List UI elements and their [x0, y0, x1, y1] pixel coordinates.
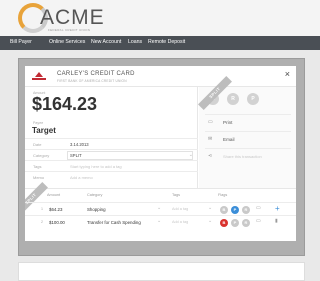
app-header: ACME FEDERAL CREDIT UNION	[0, 0, 320, 36]
memo-input[interactable]: Add a memo	[70, 175, 93, 180]
nav-new-account[interactable]: New Account	[91, 39, 121, 45]
chevron-down-icon[interactable]: ⌄	[189, 152, 193, 158]
chevron-down-icon[interactable]: ⌄	[157, 218, 161, 224]
nav-bill-payer[interactable]: Bill Payer	[10, 39, 32, 45]
table-row: 2 $100.00 Transfer for Cash Spending ⌄ A…	[25, 215, 296, 228]
col-header-flags: Flags	[218, 193, 228, 197]
actions-panel: B R P ▭ Print ✉ Email ⋖ Share this trans…	[199, 87, 296, 188]
split-tag-input[interactable]: Add a tag	[172, 207, 188, 211]
flag-p-icon[interactable]: P	[231, 206, 239, 214]
tags-row[interactable]: Tags Start typing here to add a tag	[25, 160, 198, 171]
payee-label: Payee	[33, 121, 44, 125]
memo-label: Memo	[33, 175, 45, 180]
chevron-down-icon[interactable]: ⌄	[157, 205, 161, 211]
add-split-icon[interactable]: +	[275, 204, 280, 213]
split-category[interactable]: Transfer for Cash Spending	[87, 220, 141, 225]
note-icon[interactable]: ▭	[256, 205, 261, 211]
category-value: SPLIT	[70, 153, 82, 158]
flag-r-icon[interactable]: R	[242, 219, 250, 227]
split-table: SPLIT Amount Category Tags Flags 1 $64.2…	[25, 182, 296, 241]
category-label: Category	[33, 153, 50, 158]
background-strip	[18, 262, 305, 281]
category-select[interactable]	[67, 151, 193, 160]
modal-header: CARLEY'S CREDIT CARD FIRST BANK OF AMERI…	[25, 66, 296, 87]
split-tag-input[interactable]: Add a tag	[172, 220, 188, 224]
acme-logo[interactable]: ACME FEDERAL CREDIT UNION	[18, 3, 138, 35]
flag-r-icon[interactable]: R	[242, 206, 250, 214]
amount-value: $164.23	[32, 94, 98, 114]
note-icon[interactable]: ▭	[256, 218, 261, 224]
col-header-category: Category	[87, 193, 103, 197]
tags-label: Tags	[33, 164, 42, 169]
share-action[interactable]: ⋖ Share this transaction	[205, 148, 291, 164]
row-index: 2	[41, 220, 43, 224]
print-label: Print	[223, 120, 233, 125]
flag-p-icon[interactable]: P	[231, 219, 239, 227]
trash-icon[interactable]: ▮	[275, 218, 278, 224]
chevron-down-icon[interactable]: ⌄	[208, 205, 212, 211]
col-header-tags: Tags	[172, 193, 181, 197]
account-institution: FIRST BANK OF AMERICA CREDIT UNION	[57, 79, 127, 83]
flag-b-icon[interactable]: B	[220, 206, 228, 214]
nav-loans[interactable]: Loans	[128, 39, 142, 45]
flag-b-icon[interactable]: B	[220, 219, 228, 227]
category-row: Category SPLIT ⌄	[25, 149, 198, 160]
row-index: 1	[41, 207, 43, 211]
main-nav: Bill Payer Online Services New Account L…	[0, 36, 320, 50]
logo-tagline: FEDERAL CREDIT UNION	[48, 28, 91, 32]
printer-icon: ▭	[208, 119, 213, 125]
date-row[interactable]: Date 3.14.2013	[25, 138, 198, 149]
date-value[interactable]: 3.14.2013	[70, 142, 89, 147]
envelope-icon: ✉	[208, 136, 213, 142]
split-category[interactable]: Shopping	[87, 207, 106, 212]
split-amount[interactable]: $100.00	[49, 220, 65, 225]
payee-value[interactable]: Target	[32, 126, 56, 135]
table-row: 1 $64.23 Shopping ⌄ Add a tag ⌄ B P R ▭ …	[25, 202, 296, 215]
share-label: Share this transaction	[223, 154, 262, 159]
print-action[interactable]: ▭ Print	[205, 114, 291, 130]
flag-r-icon[interactable]: R	[227, 93, 239, 105]
transaction-details: Amount $164.23 Payee Target Date 3.14.20…	[25, 87, 198, 188]
tags-input[interactable]: Start typing here to add a tag	[70, 164, 122, 169]
nav-remote-deposit[interactable]: Remote Deposit	[148, 39, 185, 45]
flag-p-icon[interactable]: P	[247, 93, 259, 105]
email-action[interactable]: ✉ Email	[205, 131, 291, 147]
close-icon[interactable]: ×	[285, 69, 290, 79]
split-amount[interactable]: $64.23	[49, 207, 62, 212]
nav-online-services[interactable]: Online Services	[49, 39, 85, 45]
chevron-down-icon[interactable]: ⌄	[208, 218, 212, 224]
transaction-modal: CARLEY'S CREDIT CARD FIRST BANK OF AMERI…	[25, 66, 296, 241]
bank-logo-icon	[32, 72, 46, 82]
memo-row[interactable]: Memo Add a memo	[25, 171, 198, 188]
account-name: CARLEY'S CREDIT CARD	[57, 71, 135, 77]
logo-text: ACME	[40, 6, 105, 29]
date-label: Date	[33, 142, 42, 147]
col-header-amount: Amount	[47, 193, 61, 197]
share-icon: ⋖	[208, 153, 213, 159]
email-label: Email	[223, 137, 235, 142]
